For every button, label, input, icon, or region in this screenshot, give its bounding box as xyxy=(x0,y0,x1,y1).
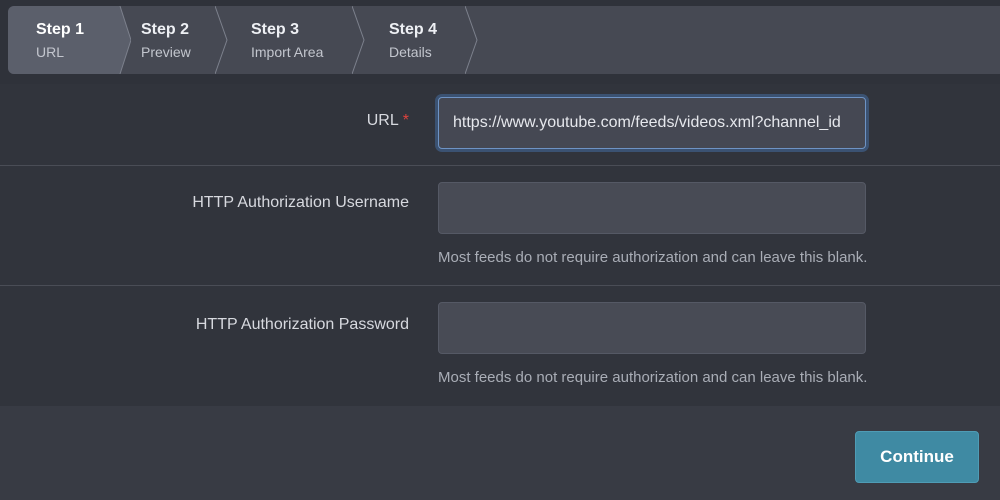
step-2-title: Step 2 xyxy=(141,21,190,38)
step-3[interactable]: Step 3 Import Area xyxy=(251,6,323,74)
step-4-subtitle: Details xyxy=(389,44,432,60)
step-4[interactable]: Step 4 Details xyxy=(389,6,437,74)
form-footer: Continue xyxy=(0,406,1000,500)
step-1-subtitle: URL xyxy=(36,44,65,60)
chevron-right-icon xyxy=(352,6,365,74)
password-input[interactable] xyxy=(438,302,866,354)
password-label: HTTP Authorization Password xyxy=(195,316,409,333)
required-marker: * xyxy=(402,112,409,129)
import-wizard: Step 1 URL Step 2 Preview Step 3 Import … xyxy=(0,0,1000,500)
step-1[interactable]: Step 1 URL xyxy=(36,6,84,74)
steps-bar: Step 1 URL Step 2 Preview Step 3 Import … xyxy=(8,6,1000,74)
chevron-right-icon xyxy=(109,6,131,74)
url-input[interactable] xyxy=(438,97,866,149)
username-help-text: Most feeds do not require authorization … xyxy=(438,249,868,266)
chevron-right-icon xyxy=(215,6,228,74)
step-2-subtitle: Preview xyxy=(141,44,191,60)
username-row: HTTP Authorization Username Most feeds d… xyxy=(0,166,1000,286)
password-row: HTTP Authorization Password Most feeds d… xyxy=(0,286,1000,406)
password-help-text: Most feeds do not require authorization … xyxy=(438,369,868,386)
wizard-steps: Step 1 URL Step 2 Preview Step 3 Import … xyxy=(0,0,1000,84)
continue-button[interactable]: Continue xyxy=(855,431,979,483)
username-input[interactable] xyxy=(438,182,866,234)
step-4-title: Step 4 xyxy=(389,21,438,38)
username-label: HTTP Authorization Username xyxy=(192,194,409,211)
step-3-subtitle: Import Area xyxy=(251,44,324,60)
chevron-right-icon xyxy=(465,6,478,74)
step-1-title: Step 1 xyxy=(36,21,85,38)
feed-form: URL* HTTP Authorization Username Most fe… xyxy=(0,84,1000,406)
url-label: URL * xyxy=(367,112,409,130)
url-row: URL * xyxy=(0,84,1000,166)
step-3-title: Step 3 xyxy=(251,21,300,38)
url-label-text: URL xyxy=(366,112,399,129)
step-2[interactable]: Step 2 Preview xyxy=(141,6,191,74)
